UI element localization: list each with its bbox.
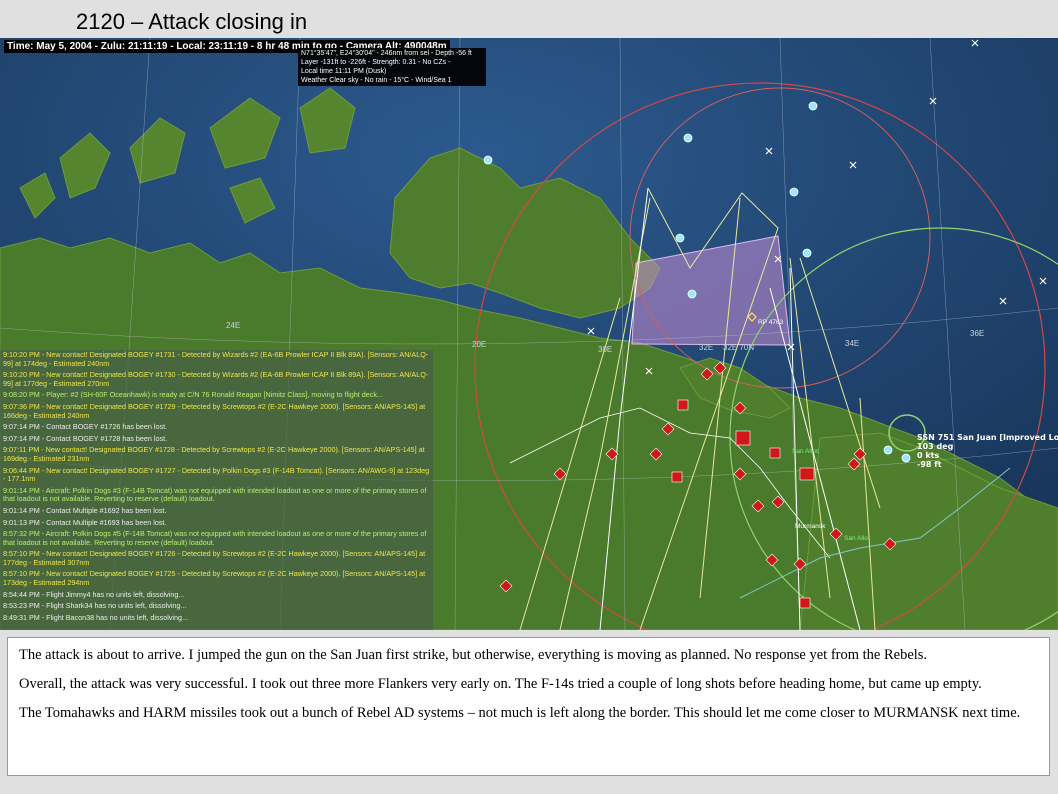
- log-message: 8:54:44 PM - Flight Jimmy4 has no units …: [3, 589, 185, 599]
- log-message: 8:57:10 PM - New contact! Designated BOG…: [3, 569, 426, 588]
- narrative-paragraph: Overall, the attack was very successful.…: [19, 676, 982, 692]
- lon-label: 20E: [472, 340, 486, 349]
- message-log[interactable]: 9:10:20 PM - New contact! Designated BOG…: [0, 350, 433, 630]
- base-label: San Alloc: [792, 448, 820, 455]
- narrative-paragraph: The Tomahawks and HARM missiles took out…: [19, 705, 1021, 721]
- log-message: 9:07:36 PM - New contact! Designated BOG…: [3, 401, 426, 420]
- lon-label: 24E: [226, 321, 240, 330]
- lon-label: 32E 70N: [723, 343, 754, 352]
- tactical-map[interactable]: 24E 30E 32E 32E 70N 34E 36E 20E RP 4763 …: [0, 38, 1058, 630]
- selected-unit-label[interactable]: SSN 751 San Juan [Improved Los 103 deg 0…: [917, 433, 1058, 469]
- lon-label: 30E: [598, 345, 612, 354]
- log-message: 8:53:23 PM - Flight Shark34 has no units…: [3, 601, 187, 611]
- city-label: Murmansk: [795, 523, 826, 530]
- base-label: San Allo: [844, 535, 868, 542]
- info-line: Local time 11:11 PM (Dusk): [301, 68, 387, 75]
- log-message: 9:07:14 PM - Contact BOGEY #1728 has bee…: [3, 433, 168, 443]
- narrative-paragraph: The attack is about to arrive. I jumped …: [19, 647, 928, 663]
- log-message: 9:01:14 PM - Aircraft: Polkin Dogs #3 (F…: [3, 485, 427, 504]
- log-message: 9:07:11 PM - New contact! Designated BOG…: [3, 445, 425, 463]
- lon-label: 36E: [970, 329, 984, 338]
- log-message: 9:08:20 PM - Player: #2 (SH-60F Oceanhaw…: [3, 390, 383, 400]
- log-message: 9:01:13 PM - Contact Multiple #1693 has …: [3, 517, 167, 527]
- info-line: N71°35'47", E24°30'04" - 246nm from sel …: [301, 50, 472, 57]
- log-message: 8:57:32 PM - Aircraft: Polkin Dogs #5 (F…: [3, 529, 427, 547]
- lon-label: 34E: [845, 339, 859, 348]
- lon-label: 32E: [699, 343, 713, 352]
- unit-speed: 0 kts: [917, 451, 940, 460]
- slide-title: 2120 – Attack closing in: [76, 9, 308, 34]
- log-message: 9:06:44 PM - New contact! Designated BOG…: [3, 465, 430, 484]
- rp-label: RP 4763: [758, 319, 784, 326]
- info-line: Weather Clear sky - No rain - 15°C - Win…: [301, 77, 452, 84]
- log-message: 9:07:14 PM - Contact BOGEY #1726 has bee…: [3, 422, 168, 432]
- log-message: 9:10:20 PM - New contact! Designated BOG…: [3, 370, 429, 388]
- unit-name: SSN 751 San Juan [Improved Los: [917, 433, 1058, 442]
- cursor-info-box: N71°35'47", E24°30'04" - 246nm from sel …: [298, 48, 486, 86]
- log-message: 9:10:20 PM - New contact! Designated BOG…: [3, 350, 429, 368]
- info-line: Layer -131ft to -226ft - Strength: 0.31 …: [301, 59, 451, 66]
- log-message: 9:01:14 PM - Contact Multiple #1692 has …: [3, 505, 167, 515]
- narrative-panel: The attack is about to arrive. I jumped …: [7, 637, 1050, 776]
- unit-depth: -98 ft: [917, 460, 942, 469]
- log-message: 8:49:31 PM - Flight Bacon38 has no units…: [3, 612, 188, 622]
- log-message: 8:57:10 PM - New contact! Designated BOG…: [3, 549, 426, 567]
- unit-heading: 103 deg: [917, 442, 954, 451]
